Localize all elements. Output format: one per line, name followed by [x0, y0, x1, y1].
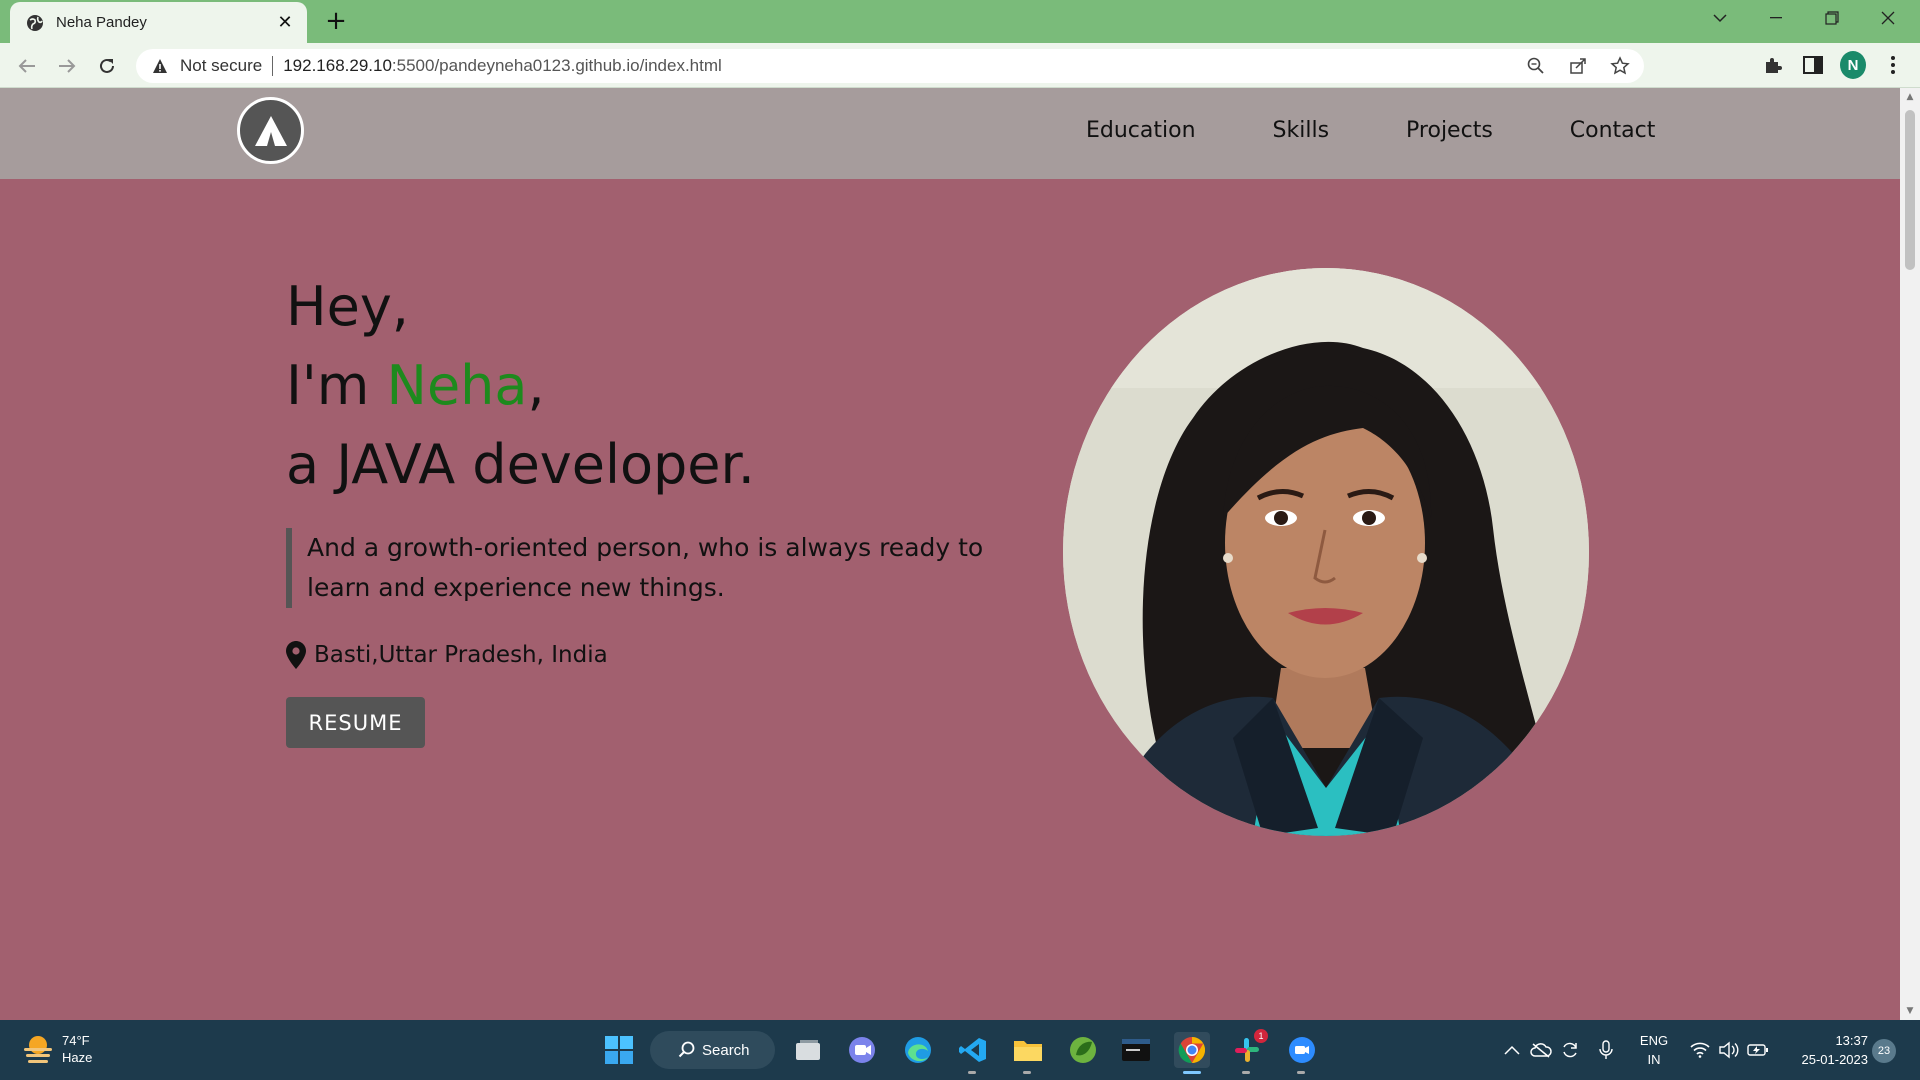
edge-browser-icon[interactable]	[900, 1032, 936, 1068]
tab-title: Neha Pandey	[56, 14, 147, 31]
windows-taskbar: 74°F Haze Search 1 ENG IN 13:37 25-01-20…	[0, 1020, 1920, 1080]
warning-triangle-icon	[153, 59, 167, 73]
url-text[interactable]: 192.168.29.10:5500/pandeyneha0123.github…	[283, 56, 722, 76]
hero-name: Neha	[386, 354, 528, 417]
url-path: :5500/pandeyneha0123.github.io/index.htm…	[391, 56, 722, 75]
nav-link-education[interactable]: Education	[1086, 118, 1196, 143]
slack-notification-badge: 1	[1254, 1029, 1268, 1043]
hero-tagline: And a growth-oriented person, who is alw…	[286, 528, 1016, 608]
taskbar-search-label: Search	[702, 1041, 750, 1059]
volume-speaker-icon[interactable]	[1717, 1038, 1741, 1062]
globe-icon	[27, 14, 43, 31]
running-indicator	[968, 1071, 976, 1074]
lang-line2: IN	[1647, 1052, 1661, 1067]
weather-temp: 74°F	[62, 1033, 90, 1048]
slack-icon[interactable]: 1	[1229, 1029, 1268, 1074]
onedrive-offline-icon[interactable]	[1529, 1038, 1553, 1062]
site-logo[interactable]	[237, 97, 304, 164]
running-indicator	[1023, 1071, 1031, 1074]
hero-role: a JAVA developer.	[286, 433, 755, 496]
haze-sun-icon	[24, 1036, 52, 1063]
lang-line1: ENG	[1639, 1033, 1669, 1048]
restore-window-icon[interactable]	[1804, 0, 1860, 36]
scroll-down-arrow-icon[interactable]: ▼	[1905, 1006, 1915, 1016]
active-indicator	[1183, 1071, 1201, 1074]
teams-chat-icon[interactable]	[844, 1032, 880, 1068]
microphone-icon[interactable]	[1594, 1038, 1618, 1062]
not-secure-label[interactable]: Not secure	[180, 56, 262, 76]
mysql-terminal-icon[interactable]	[1118, 1032, 1154, 1068]
task-view-icon[interactable]	[790, 1032, 826, 1068]
hero-intro-prefix: I'm	[286, 354, 387, 417]
new-tab-button[interactable]: +	[322, 8, 350, 36]
chrome-browser-icon[interactable]	[1174, 1032, 1210, 1074]
running-indicator	[1297, 1071, 1305, 1074]
browser-toolbar: Not secure 192.168.29.10:5500/pandeyneha…	[0, 43, 1920, 88]
address-separator	[272, 56, 274, 76]
spring-tools-icon[interactable]	[1065, 1032, 1101, 1068]
browser-menu-kebab-icon[interactable]	[1880, 52, 1906, 78]
page-viewport: Education Skills Projects Contact Hey, I…	[0, 88, 1900, 1020]
hero-intro-suffix: ,	[527, 354, 545, 417]
running-indicator	[1242, 1071, 1250, 1074]
zoom-magnifier-icon[interactable]	[1524, 54, 1548, 78]
profile-photo-illustration	[1063, 268, 1589, 836]
back-arrow-icon[interactable]	[12, 51, 42, 81]
resume-button[interactable]: RESUME	[286, 697, 425, 748]
scrollbar-thumb[interactable]	[1905, 110, 1915, 270]
zoom-icon[interactable]	[1284, 1032, 1320, 1074]
address-bar[interactable]: Not secure 192.168.29.10:5500/pandeyneha…	[136, 49, 1644, 83]
profile-avatar[interactable]: N	[1840, 51, 1866, 79]
nav-link-skills[interactable]: Skills	[1273, 118, 1330, 143]
windows-start-icon[interactable]	[601, 1032, 637, 1068]
reload-icon[interactable]	[92, 51, 122, 81]
tab-search-chevron-icon[interactable]	[1692, 0, 1748, 36]
location: Basti,Uttar Pradesh, India	[286, 641, 608, 669]
taskbar-search-button[interactable]: Search	[650, 1031, 775, 1069]
system-clock[interactable]: 13:37 25-01-2023	[1788, 1031, 1869, 1069]
hero-greeting: Hey,	[286, 275, 409, 338]
browser-tab[interactable]: Neha Pandey ✕	[10, 2, 307, 43]
battery-charging-icon[interactable]	[1746, 1038, 1770, 1062]
file-explorer-icon[interactable]	[1010, 1032, 1046, 1074]
nav-link-projects[interactable]: Projects	[1406, 118, 1493, 143]
input-language-indicator[interactable]: ENG IN	[1637, 1031, 1671, 1069]
browser-tab-strip: Neha Pandey ✕ +	[0, 0, 1920, 43]
page-scrollbar[interactable]: ▲ ▼	[1900, 88, 1920, 1020]
clock-date: 25-01-2023	[1801, 1052, 1869, 1067]
url-host: 192.168.29.10	[283, 56, 392, 75]
forward-arrow-icon[interactable]	[52, 51, 82, 81]
location-text: Basti,Uttar Pradesh, India	[314, 642, 608, 668]
notification-center-badge[interactable]: 23	[1872, 1039, 1896, 1063]
logo-a-mark-icon	[254, 115, 287, 146]
site-navbar: Education Skills Projects Contact	[0, 88, 1900, 179]
side-panel-icon[interactable]	[1800, 52, 1826, 78]
close-window-icon[interactable]	[1860, 0, 1916, 36]
weather-widget[interactable]: 74°F Haze	[22, 1032, 92, 1066]
extensions-puzzle-icon[interactable]	[1760, 52, 1786, 78]
weather-desc: Haze	[62, 1050, 93, 1065]
site-nav-links: Education Skills Projects Contact	[1086, 118, 1732, 143]
hero-intro: I'm Neha,	[286, 359, 545, 413]
bookmark-star-icon[interactable]	[1608, 54, 1632, 78]
nav-link-contact[interactable]: Contact	[1570, 118, 1656, 143]
minimize-window-icon[interactable]	[1748, 0, 1804, 36]
share-icon[interactable]	[1566, 54, 1590, 78]
wifi-icon[interactable]	[1688, 1038, 1712, 1062]
profile-initial: N	[1840, 51, 1866, 79]
search-icon	[678, 1041, 695, 1058]
scroll-up-arrow-icon[interactable]: ▲	[1905, 92, 1915, 102]
profile-photo	[1063, 268, 1589, 836]
clock-time: 13:37	[1835, 1033, 1868, 1048]
sync-icon[interactable]	[1558, 1038, 1582, 1062]
vscode-icon[interactable]	[955, 1032, 991, 1074]
map-pin-icon	[286, 641, 306, 669]
close-tab-icon[interactable]: ✕	[275, 12, 295, 33]
show-hidden-icons-chevron-icon[interactable]	[1500, 1038, 1524, 1062]
